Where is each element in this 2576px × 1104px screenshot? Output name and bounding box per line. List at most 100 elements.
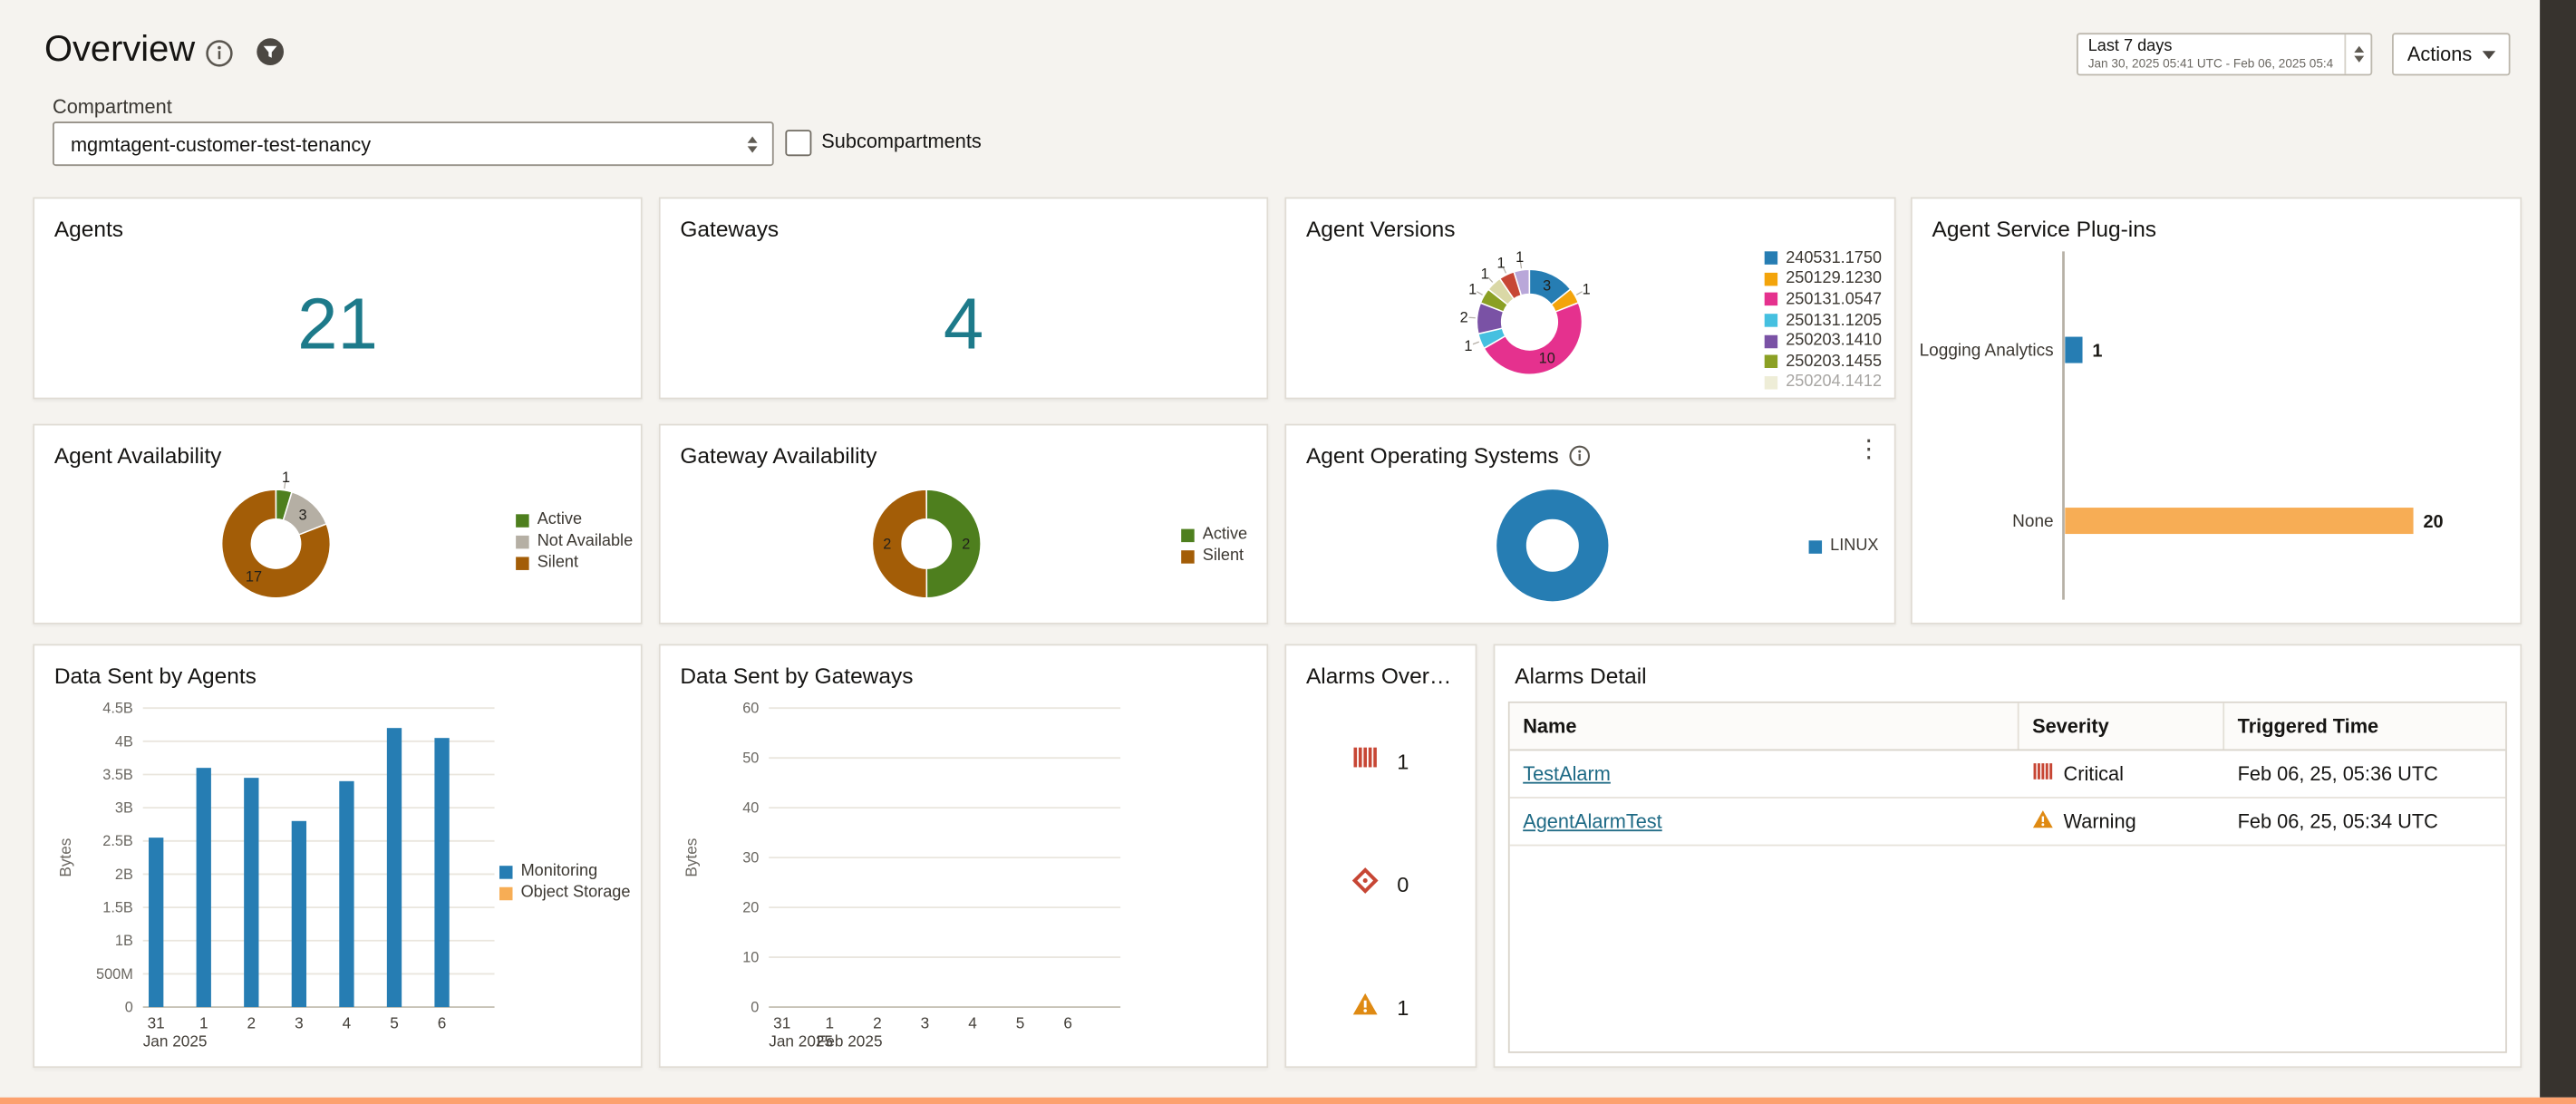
svg-text:2: 2 xyxy=(1460,309,1468,325)
svg-text:Jan 2025: Jan 2025 xyxy=(143,1032,208,1051)
svg-text:1: 1 xyxy=(1464,338,1472,354)
svg-text:6: 6 xyxy=(438,1014,447,1032)
chevron-up-icon xyxy=(2353,46,2363,53)
legend-swatch xyxy=(499,865,513,878)
svg-text:31: 31 xyxy=(148,1014,165,1032)
triggered-time: Feb 06, 25, 05:36 UTC xyxy=(2224,762,2505,785)
svg-text:30: 30 xyxy=(742,850,759,867)
alarms-detail-card: Alarms Detail Name Severity Triggered Ti… xyxy=(1494,644,2523,1069)
legend-item: 250131.1205 xyxy=(1765,310,1882,331)
legend-swatch xyxy=(1765,273,1778,286)
compartment-select[interactable]: mgmtagent-customer-test-tenancy xyxy=(53,121,774,166)
column-header-triggered-time: Triggered Time xyxy=(2224,703,2505,750)
svg-text:1: 1 xyxy=(199,1014,208,1032)
svg-text:5: 5 xyxy=(390,1014,399,1032)
agent-versions-donut: 3110121111 xyxy=(1385,228,1680,392)
alarm-name-link[interactable]: TestAlarm xyxy=(1523,762,1611,785)
overview-page: Overview Last 7 days Jan 30, 2025 05:41 … xyxy=(0,0,2576,1104)
legend-label: Object Storage xyxy=(521,884,631,902)
legend-item: Silent xyxy=(1181,546,1247,567)
legend-swatch xyxy=(1765,355,1778,369)
card-title: Agent Operating Systems xyxy=(1306,443,1559,468)
legend-item: 250203.1455 xyxy=(1765,352,1882,373)
svg-text:10: 10 xyxy=(742,950,759,966)
agent-versions-legend: 240531.1750250129.1230250131.0547250131.… xyxy=(1765,248,1882,393)
legend-swatch xyxy=(516,535,529,548)
svg-text:2: 2 xyxy=(873,1014,882,1032)
data-sent-by-agents-legend: Monitoring Object Storage xyxy=(499,861,630,904)
svg-text:None: None xyxy=(2012,512,2053,531)
agent-availability-donut: 1317 xyxy=(190,465,371,619)
svg-text:Bytes: Bytes xyxy=(56,838,74,877)
svg-text:40: 40 xyxy=(742,800,759,817)
legend-item: Object Storage xyxy=(499,882,630,904)
svg-text:60: 60 xyxy=(742,701,759,717)
svg-text:3: 3 xyxy=(299,507,307,523)
svg-text:20: 20 xyxy=(742,900,759,916)
agent-versions-card: Agent Versions 3110121111 240531.1750250… xyxy=(1284,198,1895,400)
legend-label: Not Available xyxy=(537,532,633,550)
svg-text:4B: 4B xyxy=(115,733,133,750)
kebab-menu-icon[interactable]: ⋮ xyxy=(1856,439,1881,461)
legend-swatch xyxy=(516,513,529,527)
data-sent-by-gateways-chart: 0102030405060Bytes31Jan 20251Feb 2025234… xyxy=(673,682,1254,1063)
time-range-stepper[interactable] xyxy=(2344,34,2370,74)
gateways-card: Gateways 4 xyxy=(659,198,1268,400)
legend-label: Monitoring xyxy=(521,863,598,881)
alarm-name-link[interactable]: AgentAlarmTest xyxy=(1523,810,1662,833)
legend-swatch xyxy=(1809,539,1823,553)
legend-item: Active xyxy=(1181,524,1247,546)
subcompartments-checkbox[interactable] xyxy=(785,130,811,156)
card-title: Gateways xyxy=(680,217,779,241)
legend-label: 250131.0547 xyxy=(1786,291,1882,309)
legend-item: 250203.1410 xyxy=(1765,331,1882,352)
svg-text:1.5B: 1.5B xyxy=(102,900,133,916)
table-row: AgentAlarmTestWarningFeb 06, 25, 05:34 U… xyxy=(1510,799,2505,847)
legend-label: 250203.1410 xyxy=(1786,332,1882,350)
actions-button[interactable]: Actions xyxy=(2392,33,2511,75)
gateway-availability-legend: ActiveSilent xyxy=(1181,524,1247,567)
svg-text:Bytes: Bytes xyxy=(683,838,701,877)
svg-text:1: 1 xyxy=(1468,281,1477,297)
svg-text:6: 6 xyxy=(1063,1014,1072,1032)
svg-text:3: 3 xyxy=(295,1014,304,1032)
column-header-severity: Severity xyxy=(2019,703,2225,750)
svg-text:20: 20 xyxy=(2423,512,2443,532)
time-range-label: Last 7 days xyxy=(2088,38,2345,56)
triggered-time: Feb 06, 25, 05:34 UTC xyxy=(2224,810,2505,833)
compartment-label: Compartment xyxy=(53,95,172,118)
legend-item: Not Available xyxy=(516,530,633,552)
severity-label: Critical xyxy=(2064,762,2124,785)
time-range-detail: Jan 30, 2025 05:41 UTC - Feb 06, 2025 05… xyxy=(2088,56,2345,71)
legend-swatch xyxy=(1765,334,1778,348)
page-title: Overview xyxy=(44,28,195,71)
svg-text:1: 1 xyxy=(1481,266,1489,283)
column-header-name: Name xyxy=(1510,703,2019,750)
chevron-down-icon xyxy=(2482,50,2495,58)
legend-item: Active xyxy=(516,509,633,531)
legend-label: LINUX xyxy=(1830,537,1878,556)
svg-text:17: 17 xyxy=(246,568,262,585)
legend-item: Silent xyxy=(516,552,633,574)
gateway-availability-donut: 22 xyxy=(841,465,1022,619)
svg-text:0: 0 xyxy=(751,1000,759,1016)
legend-label: Active xyxy=(537,511,582,529)
alarms-table-body: TestAlarm Critical Feb 06, 25, 05:36 UTC Ag… xyxy=(1510,751,2505,846)
info-icon[interactable] xyxy=(206,40,234,76)
legend-swatch xyxy=(1765,293,1778,306)
chevron-down-icon xyxy=(2353,56,2363,63)
svg-text:2: 2 xyxy=(962,536,970,552)
svg-text:3: 3 xyxy=(1543,278,1551,295)
legend-label: Silent xyxy=(537,554,578,572)
svg-text:Logging Analytics: Logging Analytics xyxy=(1920,341,2054,360)
svg-text:3B: 3B xyxy=(115,800,133,817)
legend-swatch xyxy=(1181,549,1195,563)
time-range-select[interactable]: Last 7 days Jan 30, 2025 05:41 UTC - Feb… xyxy=(2077,33,2372,75)
svg-text:1B: 1B xyxy=(115,933,133,949)
subcompartments-label: Subcompartments xyxy=(821,130,982,152)
svg-text:500M: 500M xyxy=(96,966,133,983)
filter-icon[interactable] xyxy=(257,38,285,74)
legend-label: 240531.1750 xyxy=(1786,249,1882,267)
legend-swatch xyxy=(1765,252,1778,266)
legend-swatch xyxy=(1765,376,1778,390)
